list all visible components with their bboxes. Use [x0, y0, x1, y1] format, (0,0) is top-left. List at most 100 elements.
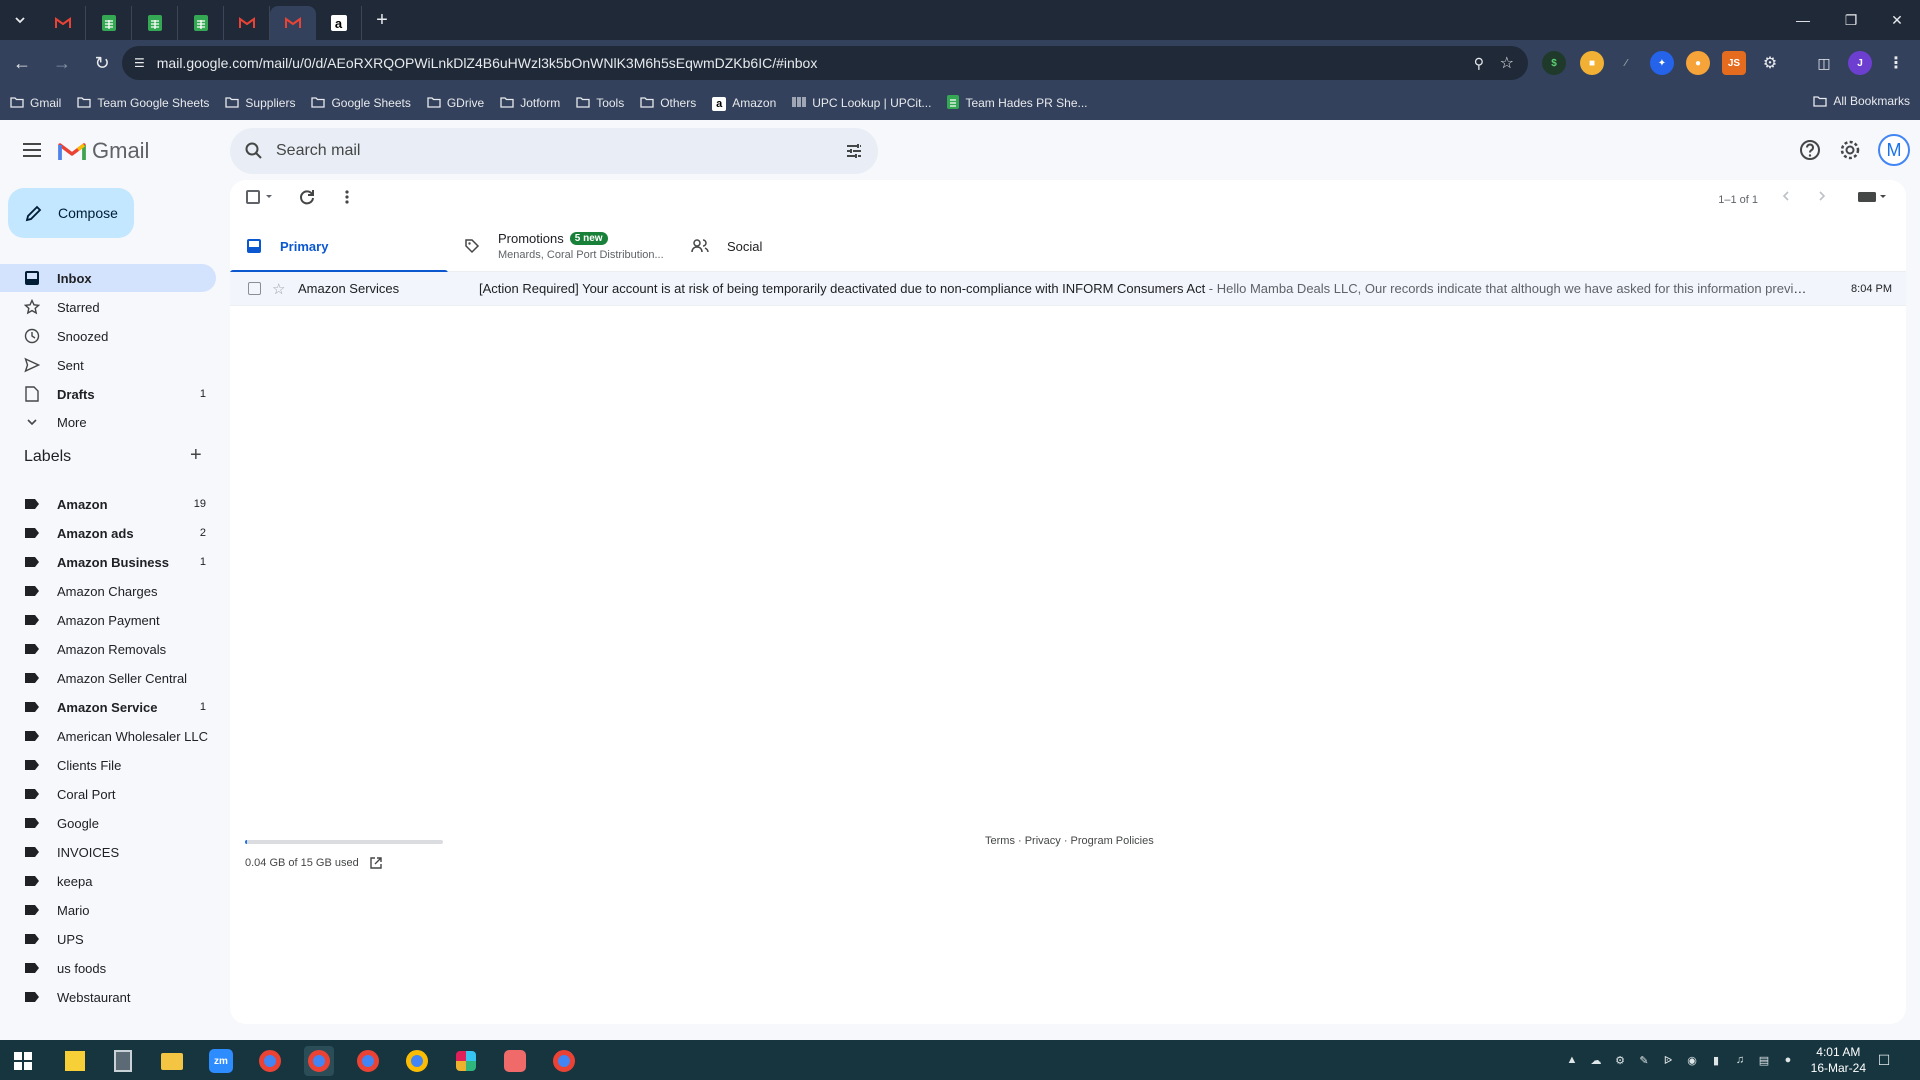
browser-tab-sheets[interactable] — [132, 6, 178, 40]
back-button[interactable]: ← — [4, 45, 40, 81]
side-panel-icon[interactable]: ◫ — [1812, 51, 1836, 75]
browser-tab-amazon[interactable]: a — [316, 6, 362, 40]
sidebar-item-starred[interactable]: Starred — [0, 293, 216, 321]
nvidia-tray-icon[interactable]: ▲ — [1564, 1052, 1580, 1068]
label-item[interactable]: Google — [0, 809, 216, 837]
address-url[interactable]: mail.google.com/mail/u/0/d/AEoRXRQOPWiLn… — [157, 55, 818, 71]
compose-button[interactable]: Compose — [8, 188, 134, 238]
cloud-tray-icon[interactable]: ☁ — [1588, 1052, 1604, 1068]
network-share-tray-icon[interactable]: ⚙ — [1612, 1052, 1628, 1068]
calculator-app[interactable] — [108, 1046, 138, 1076]
site-info-icon[interactable]: ☰ — [134, 56, 145, 70]
main-menu-button[interactable] — [18, 136, 46, 164]
bookmark-item[interactable]: GDrive — [427, 96, 484, 111]
label-item[interactable]: Amazon Charges — [0, 577, 216, 605]
bookmark-item[interactable]: Others — [640, 96, 696, 111]
select-checkbox[interactable] — [246, 190, 274, 204]
extension-icon[interactable]: JS — [1722, 51, 1746, 75]
label-item[interactable]: Amazon Business 1 — [0, 548, 216, 576]
network-tray-icon[interactable]: ▤ — [1756, 1052, 1772, 1068]
footer-links[interactable]: Terms · Privacy · Program Policies — [985, 835, 1154, 847]
slack-app[interactable] — [451, 1046, 481, 1076]
input-tools-button[interactable] — [1858, 190, 1888, 204]
star-icon[interactable]: ☆ — [272, 280, 285, 298]
extensions-puzzle-icon[interactable]: ⚙ — [1758, 51, 1782, 75]
gmail-logo[interactable]: Gmail — [58, 138, 149, 164]
minimize-button[interactable]: — — [1780, 0, 1826, 40]
browser-tab-sheets[interactable] — [86, 6, 132, 40]
bookmark-item[interactable]: a Amazon — [712, 96, 776, 111]
sidebar-item-inbox[interactable]: Inbox — [0, 264, 216, 292]
bookmark-item[interactable]: Team Google Sheets — [77, 96, 209, 111]
label-item[interactable]: Clients File — [0, 751, 216, 779]
tab-primary[interactable]: Primary — [230, 220, 448, 273]
restore-button[interactable]: ❐ — [1828, 0, 1874, 40]
bluetooth-tray-icon[interactable]: ᐉ — [1660, 1052, 1676, 1068]
older-button[interactable] — [1816, 190, 1828, 202]
browser-tab-gmail[interactable] — [40, 6, 86, 40]
microphone-tray-icon[interactable]: ● — [1780, 1052, 1796, 1068]
label-item[interactable]: us foods — [0, 954, 216, 982]
tab-promotions[interactable]: Promotions 5 new Menards, Coral Port Dis… — [448, 220, 675, 272]
bookmark-item[interactable]: Team Hades PR She... — [947, 94, 1088, 112]
label-item[interactable]: keepa — [0, 867, 216, 895]
system-clock[interactable]: 4:01 AM 16-Mar-24 — [1811, 1044, 1866, 1076]
sidebar-item-sent[interactable]: Sent — [0, 351, 216, 379]
bookmark-item[interactable]: Gmail — [10, 96, 61, 111]
newer-button[interactable] — [1780, 190, 1792, 202]
create-label-button[interactable]: + — [190, 444, 202, 467]
tab-search-button[interactable] — [0, 0, 40, 40]
bookmark-item[interactable]: Tools — [576, 96, 624, 111]
label-item[interactable]: Amazon Seller Central — [0, 664, 216, 692]
start-button[interactable] — [8, 1046, 38, 1076]
label-item[interactable]: Amazon Removals — [0, 635, 216, 663]
email-row[interactable]: ☆ Amazon Services [Action Required] Your… — [230, 272, 1906, 306]
all-bookmarks-button[interactable]: All Bookmarks — [1813, 94, 1910, 108]
tab-social[interactable]: Social — [675, 220, 902, 272]
open-in-new-icon[interactable] — [369, 856, 383, 870]
file-explorer-app[interactable] — [157, 1046, 187, 1076]
forward-button[interactable]: → — [44, 45, 80, 81]
zoom-tray-icon[interactable]: ◉ — [1684, 1052, 1700, 1068]
label-item[interactable]: Amazon Payment — [0, 606, 216, 634]
label-item[interactable]: Amazon ads 2 — [0, 519, 216, 547]
extension-icon[interactable]: $ — [1542, 51, 1566, 75]
sticky-notes-app[interactable] — [60, 1046, 90, 1076]
zoom-icon[interactable]: ⚲ — [1474, 55, 1484, 72]
refresh-button[interactable] — [298, 188, 316, 206]
star-bookmark-icon[interactable]: ☆ — [1500, 53, 1514, 73]
label-item[interactable]: American Wholesaler LLC — [0, 722, 216, 750]
more-options-button[interactable] — [338, 188, 356, 206]
notifications-icon[interactable]: ☐ — [1876, 1052, 1892, 1068]
extension-icon[interactable]: ∕ — [1614, 51, 1638, 75]
row-checkbox[interactable] — [248, 282, 261, 295]
zoom-app[interactable]: zm — [206, 1046, 236, 1076]
search-bar[interactable] — [230, 128, 878, 174]
extension-icon[interactable]: ✦ — [1650, 51, 1674, 75]
chrome-profile-app[interactable] — [255, 1046, 285, 1076]
chrome-profile-app[interactable] — [353, 1046, 383, 1076]
sidebar-item-more[interactable]: More — [0, 408, 216, 436]
bookmark-item[interactable]: UPC Lookup | UPCit... — [792, 96, 931, 111]
search-input[interactable] — [276, 142, 816, 160]
profile-avatar[interactable]: J — [1848, 51, 1872, 75]
browser-tab-gmail[interactable] — [224, 6, 270, 40]
new-tab-button[interactable]: + — [362, 0, 402, 40]
more-vert-icon[interactable]: ⋮ — [1884, 51, 1908, 75]
extension-icon[interactable]: ■ — [1580, 51, 1604, 75]
label-item[interactable]: Amazon Service 1 — [0, 693, 216, 721]
label-item[interactable]: Coral Port — [0, 780, 216, 808]
account-avatar[interactable]: M — [1878, 134, 1910, 166]
reload-button[interactable]: ↻ — [84, 45, 120, 81]
bookmark-item[interactable]: Jotform — [500, 96, 560, 111]
pen-tray-icon[interactable]: ✎ — [1636, 1052, 1652, 1068]
label-item[interactable]: Webstaurant — [0, 983, 216, 1011]
label-item[interactable]: Amazon 19 — [0, 490, 216, 518]
sidebar-item-drafts[interactable]: Drafts 1 — [0, 380, 216, 408]
label-item[interactable]: UPS — [0, 925, 216, 953]
chrome-profile-app[interactable] — [549, 1046, 579, 1076]
address-bar[interactable]: ☰ mail.google.com/mail/u/0/d/AEoRXRQOPWi… — [122, 46, 1528, 80]
asana-app[interactable] — [500, 1046, 530, 1076]
close-window-button[interactable]: ✕ — [1874, 0, 1920, 40]
sidebar-item-snoozed[interactable]: Snoozed — [0, 322, 216, 350]
